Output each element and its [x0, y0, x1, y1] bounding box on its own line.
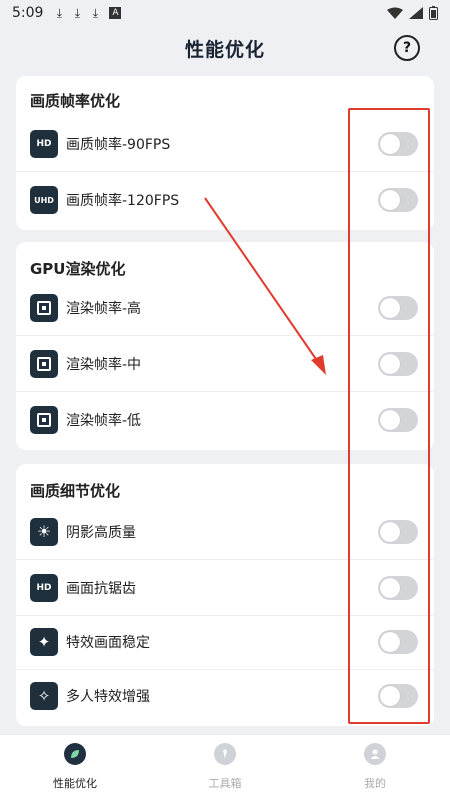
setting-row-render-mid[interactable]: 渲染帧率-中 [16, 336, 434, 392]
status-time: 5:09 [12, 5, 44, 21]
app-header: 性能优化 ? [0, 26, 450, 70]
toggle-knob [380, 353, 400, 374]
toggle-switch[interactable] [378, 408, 418, 432]
sparkle-wand-icon: ✧ [30, 682, 58, 710]
setting-row-render-low[interactable]: 渲染帧率-低 [16, 392, 434, 448]
setting-row-shadow[interactable]: ☀ 阴影高质量 [16, 504, 434, 560]
toggle-switch[interactable] [378, 351, 418, 376]
setting-label: 渲染帧率-低 [66, 413, 142, 429]
leaf-icon [64, 743, 86, 765]
hd-icon: HD [30, 129, 58, 158]
download-icon: ⤓ [92, 5, 99, 20]
tab-label: 我的 [364, 777, 386, 790]
tab-label: 工具箱 [208, 777, 242, 790]
status-bar: 5:09 ⤓ ⤓ ⤓ A [0, 0, 450, 26]
section-title: 画质细节优化 [30, 482, 121, 500]
setting-label: 多人特效增强 [66, 689, 150, 705]
signal-icon [409, 7, 423, 19]
toggle-knob [380, 410, 400, 430]
setting-row-effect-stable[interactable]: ✦ 特效画面稳定 [16, 614, 434, 670]
setting-label: 画质帧率-90FPS [66, 136, 171, 153]
chip-icon [30, 293, 58, 322]
download-icon: ⤓ [56, 5, 63, 20]
setting-label: 画质帧率-120FPS [66, 193, 180, 209]
section-card-frame-rate: 画质帧率优化 HD 画质帧率-90FPS UHD 画质帧率-120FPS [16, 76, 434, 230]
toggle-switch[interactable] [378, 519, 418, 544]
chip-icon [30, 349, 58, 378]
wifi-icon [387, 7, 403, 19]
setting-row-antialias[interactable]: HD 画面抗锯齿 [16, 560, 434, 616]
magic-wand-icon: ✦ [30, 627, 58, 656]
sun-icon: ☀ [30, 517, 58, 546]
battery-icon [429, 6, 438, 20]
user-icon [364, 743, 386, 765]
section-title: GPU渲染优化 [30, 260, 126, 278]
setting-label: 画面抗锯齿 [66, 580, 136, 597]
wrench-icon [214, 743, 236, 765]
download-icon: ⤓ [74, 5, 81, 20]
toggle-knob [380, 631, 400, 652]
toggle-knob [380, 577, 400, 598]
app-a-icon: A [109, 7, 122, 19]
tab-mine[interactable]: 我的 [300, 735, 450, 800]
chip-icon [30, 406, 58, 434]
section-card-detail: 画质细节优化 ☀ 阴影高质量 HD 画面抗锯齿 ✦ 特效画面稳定 ✧ 多人特效增… [16, 464, 434, 726]
setting-row-90fps[interactable]: HD 画质帧率-90FPS [16, 116, 434, 172]
setting-label: 特效画面稳定 [66, 634, 150, 651]
tab-toolbox[interactable]: 工具箱 [150, 735, 300, 800]
section-card-gpu: GPU渲染优化 渲染帧率-高 渲染帧率-中 渲染帧率-低 [16, 242, 434, 450]
toggle-knob [380, 190, 400, 210]
help-button[interactable]: ? [394, 35, 420, 61]
bottom-tab-bar: 性能优化 工具箱 我的 [0, 735, 450, 800]
setting-label: 阴影高质量 [66, 524, 136, 541]
tab-label: 性能优化 [53, 777, 97, 790]
help-icon: ? [402, 40, 412, 56]
toggle-switch[interactable] [378, 188, 418, 212]
section-title: 画质帧率优化 [30, 92, 121, 110]
toggle-knob [380, 133, 400, 154]
toggle-knob [380, 297, 400, 318]
toggle-switch[interactable] [378, 684, 418, 708]
setting-row-render-high[interactable]: 渲染帧率-高 [16, 280, 434, 336]
setting-label: 渲染帧率-中 [66, 356, 142, 373]
page-title: 性能优化 [184, 38, 265, 61]
setting-label: 渲染帧率-高 [66, 300, 142, 317]
toggle-knob [380, 521, 400, 542]
setting-row-120fps[interactable]: UHD 画质帧率-120FPS [16, 172, 434, 228]
toggle-switch[interactable] [378, 295, 418, 320]
setting-row-multi-effect[interactable]: ✧ 多人特效增强 [16, 668, 434, 724]
hd-icon: HD [30, 573, 58, 602]
tab-performance[interactable]: 性能优化 [0, 735, 150, 800]
toggle-switch[interactable] [378, 131, 418, 156]
toggle-knob [380, 686, 400, 706]
toggle-switch[interactable] [378, 575, 418, 600]
uhd-icon: UHD [30, 186, 58, 214]
toggle-switch[interactable] [378, 629, 418, 654]
